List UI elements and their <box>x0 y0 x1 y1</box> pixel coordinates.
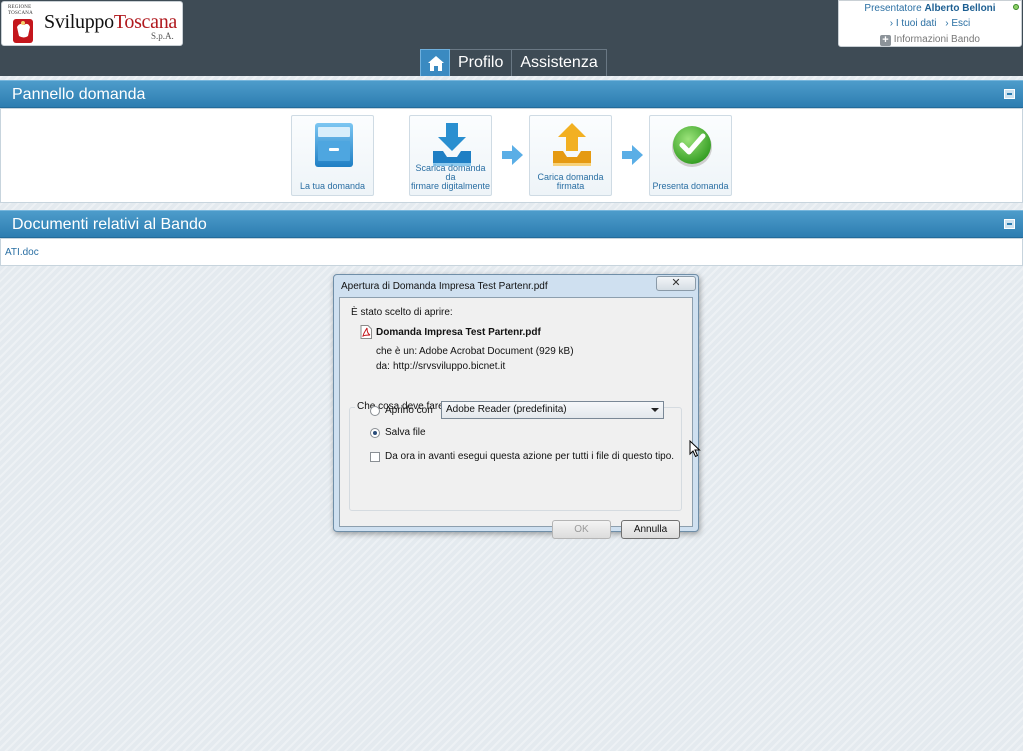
open-with-radio[interactable] <box>370 406 380 416</box>
top-header: REGIONE TOSCANA SviluppoToscana S.p.A. P… <box>0 0 1023 76</box>
step-carica-domanda[interactable]: Carica domanda firmata <box>529 115 612 196</box>
open-file-dialog: Apertura di Domanda Impresa Test Partenr… <box>333 274 699 539</box>
file-type-label: che è un: <box>376 346 418 357</box>
cabinet-icon <box>315 123 353 167</box>
close-icon: ✕ <box>671 277 681 289</box>
cancel-button[interactable]: Annulla <box>621 520 680 539</box>
step-scarica-domanda[interactable]: Scarica domanda da firmare digitalmente <box>409 115 492 196</box>
download-icon <box>433 123 471 166</box>
dialog-content: È stato scelto di aprire: Domanda Impres… <box>339 297 693 539</box>
mouse-cursor-icon <box>689 440 701 458</box>
nav-profilo[interactable]: Profilo <box>449 49 513 76</box>
logout-link[interactable]: › Esci <box>945 18 970 29</box>
user-links: › I tuoi dati › Esci <box>839 18 1021 29</box>
documenti-header: Documenti relativi al Bando <box>0 210 1023 238</box>
pannello-domanda-header: Pannello domanda <box>0 80 1023 108</box>
presenter-info: Presentatore Alberto Belloni <box>864 3 996 14</box>
ok-button[interactable]: OK <box>552 520 611 539</box>
file-type-value: Adobe Acrobat Document (929 kB) <box>419 346 574 357</box>
pdf-file-icon <box>360 325 372 339</box>
main-nav: Profilo Assistenza <box>420 49 607 76</box>
info-bando-link[interactable]: + Informazioni Bando <box>839 34 1021 46</box>
document-link[interactable]: ATI.doc <box>5 247 39 258</box>
collapse-icon[interactable] <box>1004 89 1015 99</box>
file-source-label: da: <box>376 361 390 372</box>
collapse-icon[interactable] <box>1004 219 1015 229</box>
open-with-label: Aprirlo con <box>385 405 433 416</box>
arrow-right-icon <box>622 145 643 165</box>
file-source-value: http://srvsviluppo.bicnet.it <box>393 361 506 372</box>
remember-checkbox[interactable] <box>370 452 380 462</box>
plus-icon: + <box>880 35 892 46</box>
dialog-intro: È stato scelto di aprire: <box>351 307 453 318</box>
checkmark-icon <box>672 126 712 167</box>
open-with-select[interactable]: Adobe Reader (predefinita) <box>441 401 664 419</box>
user-panel: Presentatore Alberto Belloni › I tuoi da… <box>838 0 1022 47</box>
documenti-title: Documenti relativi al Bando <box>12 216 207 233</box>
arrow-right-icon <box>502 145 523 165</box>
open-with-value: Adobe Reader (predefinita) <box>446 404 567 415</box>
save-file-label: Salva file <box>385 427 426 438</box>
documenti-body <box>0 238 1023 266</box>
step-la-tua-domanda[interactable]: La tua domanda <box>291 115 374 196</box>
dialog-title: Apertura di Domanda Impresa Test Partenr… <box>341 281 548 292</box>
my-data-link[interactable]: › I tuoi dati <box>890 18 937 29</box>
user-name: Alberto Belloni <box>924 3 996 14</box>
pannello-domanda-title: Pannello domanda <box>12 86 146 103</box>
brand-suffix: S.p.A. <box>151 31 174 41</box>
home-icon <box>428 56 444 71</box>
upload-icon <box>553 123 591 166</box>
chevron-down-icon <box>651 408 659 412</box>
dialog-close-button[interactable]: ✕ <box>656 276 696 291</box>
step-presenta-domanda[interactable]: Presenta domanda <box>649 115 732 196</box>
region-label: REGIONE TOSCANA <box>8 5 33 16</box>
remember-label: Da ora in avanti esegui questa azione pe… <box>385 451 675 462</box>
sviluppo-toscana-logo[interactable]: REGIONE TOSCANA SviluppoToscana S.p.A. <box>1 1 183 46</box>
file-name: Domanda Impresa Test Partenr.pdf <box>376 327 541 338</box>
nav-assistenza[interactable]: Assistenza <box>511 49 607 76</box>
save-file-radio[interactable] <box>370 428 380 438</box>
nav-home[interactable] <box>420 49 450 76</box>
